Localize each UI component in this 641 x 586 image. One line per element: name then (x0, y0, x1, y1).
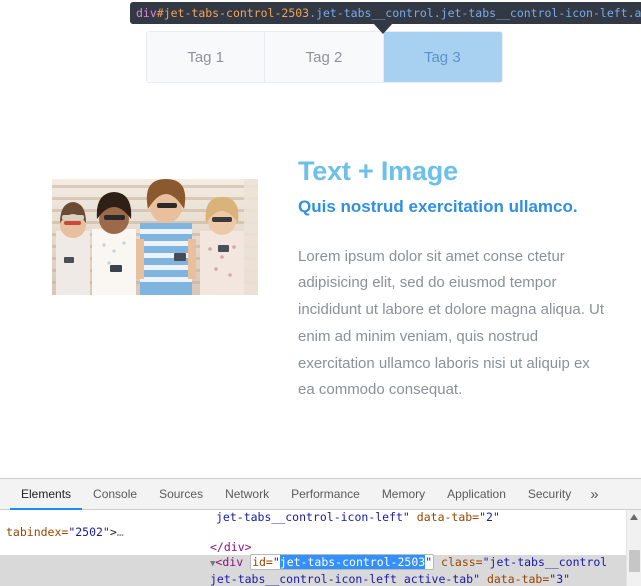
dom-attr-id-value-selected[interactable]: jet-tabs-control-2503 (279, 555, 426, 569)
dom-open-div: <div (215, 555, 244, 569)
dom-gt: > (109, 525, 117, 539)
content-text-column: Text + Image Quis nostrud exercitation u… (298, 156, 608, 404)
devtools-tab-label: Elements (21, 486, 72, 501)
tab-control-tag-1[interactable]: Tag 1 (147, 32, 266, 82)
dom-selected-line: ▼<div id="jet-tabs-control-2503" class="… (0, 554, 641, 586)
browser-page: div #jet-tabs-control-2503 .jet-tabs__cont… (0, 0, 641, 586)
tab-label: Tag 2 (305, 48, 343, 66)
devtools-tab-label: Sources (159, 486, 204, 501)
devtools-tab-label: Security (527, 486, 572, 501)
inspector-element-id: #jet-tabs-control-2503 (156, 6, 310, 20)
dom-node-selected[interactable]: ▼<div id="jet-tabs-control-2503" class="… (0, 554, 641, 586)
dom-attr-datatab-value: "3" (549, 572, 571, 586)
dom-val-tabindex: "2502" (68, 525, 110, 539)
tab-content-panel: Text + Image Quis nostrud exercitation u… (0, 150, 641, 450)
dom-close-div: </div> (210, 540, 252, 554)
dom-attr-datatab-name: data-tab= (480, 572, 550, 586)
inspector-element-classes: .jet-tabs__control.jet-tabs__control-ico… (309, 6, 641, 20)
content-photo (52, 179, 258, 295)
dom-attr-id-name: id= (252, 555, 273, 569)
content-subtitle: Quis nostrud exercitation ullamco. (298, 197, 578, 217)
devtools-tab-performance[interactable]: Performance (280, 479, 371, 510)
devtools-tab-network[interactable]: Network (214, 479, 280, 510)
inspector-tag-name: div (136, 6, 157, 20)
devtools-panel: Elements Console Sources Network Perform… (0, 478, 641, 586)
dom-collapsed-ellipsis[interactable]: … (117, 525, 124, 539)
devtools-tab-application[interactable]: Application (436, 479, 517, 510)
dom-attr-id-quote-close: " (425, 555, 433, 569)
content-title: Text + Image (298, 156, 458, 186)
devtools-tab-label: Network (225, 486, 270, 501)
devtools-tab-memory[interactable]: Memory (371, 479, 436, 510)
dom-class-value: jet-tabs__control-icon-left" (216, 510, 410, 524)
devtools-tab-label: Memory (381, 486, 426, 501)
scrollbar-thumb[interactable] (629, 550, 640, 572)
content-body-text: Lorem ipsum dolor sit amet conse ctetur … (298, 247, 605, 399)
dom-attr-id-quote-open: " (272, 555, 280, 569)
devtools-tabbar: Elements Console Sources Network Perform… (0, 479, 641, 510)
devtools-tab-label: Performance (291, 486, 360, 501)
dom-tree-scrollbar[interactable] (626, 510, 641, 586)
inspector-tooltip-arrow-icon (373, 23, 393, 34)
dom-attr-class-name: class= (434, 555, 483, 569)
devtools-tab-elements[interactable]: Elements (10, 479, 83, 510)
devtools-tab-sources[interactable]: Sources (148, 479, 214, 510)
tab-label: Tag 3 (423, 48, 461, 66)
devtools-more-tabs-icon[interactable]: » (582, 479, 606, 509)
dom-attr-id-editor[interactable]: id="jet-tabs-control-2503" (250, 554, 435, 570)
devtools-tab-security[interactable]: Security (517, 479, 582, 510)
element-inspector-tooltip: div #jet-tabs-control-2503 .jet-tabs__cont… (130, 2, 641, 24)
dom-node-previous[interactable]: jet-tabs__control-icon-left" data-tab="2… (0, 510, 641, 555)
devtools-dom-tree[interactable]: jet-tabs__control-icon-left" data-tab="2… (0, 510, 641, 586)
dom-val-data-tab: "2" (479, 510, 500, 524)
dom-line: jet-tabs__control-icon-left" data-tab="2… (0, 510, 641, 540)
devtools-tab-label: Application (447, 486, 506, 501)
jet-tabs-control-list: Tag 1 Tag 2 Tag 3 (146, 31, 503, 83)
devtools-tab-console[interactable]: Console (82, 479, 148, 510)
tab-control-tag-2[interactable]: Tag 2 (265, 32, 384, 82)
dom-line-close-tag: </div> (0, 540, 641, 555)
scroll-up-arrow-icon[interactable] (630, 514, 638, 520)
tab-control-tag-3[interactable]: Tag 3 (383, 32, 502, 82)
devtools-tab-label: Console (93, 486, 138, 501)
tab-label: Tag 1 (187, 48, 225, 66)
dom-attr-data-tab: data-tab= (409, 510, 480, 524)
